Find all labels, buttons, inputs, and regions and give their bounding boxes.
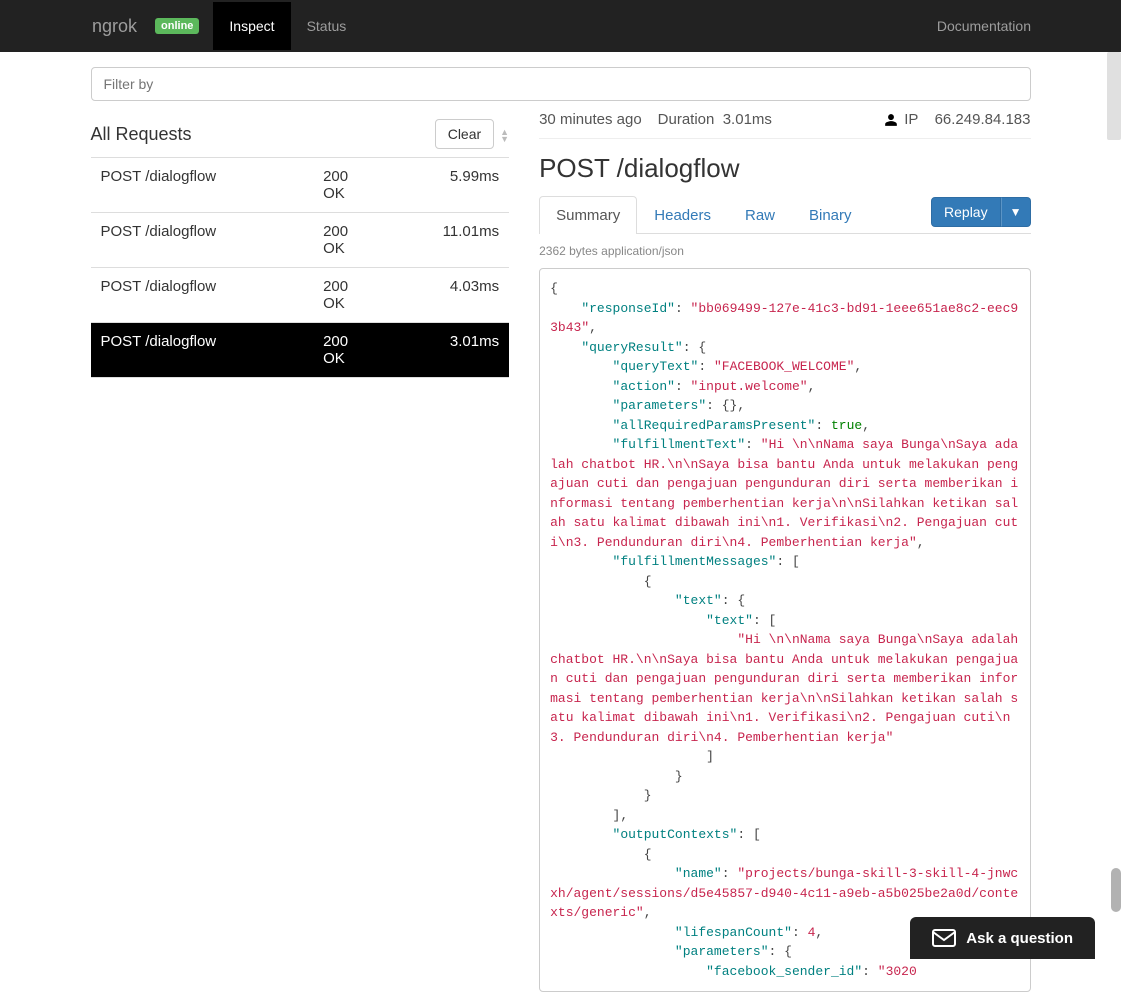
replay-button-group: Replay ▼ [931,197,1030,227]
ask-a-question-widget[interactable]: Ask a question [910,917,1095,959]
tab-headers[interactable]: Headers [637,196,728,234]
requests-table: POST /dialogflow200OK5.99msPOST /dialogf… [91,158,510,378]
request-method-path: POST /dialogflow [91,323,316,378]
replay-dropdown-caret[interactable]: ▼ [1001,197,1031,227]
page-scrollbar-thumb[interactable] [1107,52,1121,140]
top-navbar: ngrok online Inspect Status Documentatio… [0,0,1121,52]
tab-binary[interactable]: Binary [792,196,869,234]
request-duration: 4.03ms [384,268,509,323]
page-scrollbar-thumb-lower[interactable] [1111,868,1121,912]
request-duration: 5.99ms [384,158,509,213]
request-age: 30 minutes ago [539,111,642,128]
tab-summary[interactable]: Summary [539,196,637,234]
mail-icon [932,929,956,947]
duration-value: 3.01ms [723,111,772,128]
request-method-path: POST /dialogflow [91,158,316,213]
request-row[interactable]: POST /dialogflow200OK3.01ms [91,323,510,378]
request-status: 200OK [315,158,384,213]
status-badge-online: online [155,18,199,34]
brand-logo[interactable]: ngrok [0,16,155,37]
request-row[interactable]: POST /dialogflow200OK11.01ms [91,213,510,268]
nav-link-documentation[interactable]: Documentation [921,2,1047,50]
request-method-path: POST /dialogflow [91,268,316,323]
clear-button[interactable]: Clear [435,119,494,149]
filter-input[interactable] [91,67,1031,101]
request-duration: 11.01ms [384,213,509,268]
replay-button[interactable]: Replay [931,197,1001,227]
requests-heading: All Requests [91,124,192,145]
request-status: 200OK [315,268,384,323]
request-title: POST /dialogflow [539,153,1030,184]
duration-label: Duration [658,111,715,128]
request-status: 200OK [315,213,384,268]
request-method-path: POST /dialogflow [91,213,316,268]
user-icon [884,113,898,127]
json-body-pane[interactable]: { "responseId": "bb069499-127e-41c3-bd91… [539,268,1030,992]
ip-label: IP [904,111,918,128]
tab-raw[interactable]: Raw [728,196,792,234]
nav-tab-inspect[interactable]: Inspect [213,2,290,50]
request-row[interactable]: POST /dialogflow200OK5.99ms [91,158,510,213]
request-status: 200OK [315,323,384,378]
sort-arrows-icon[interactable]: ▲▼ [500,125,509,143]
request-row[interactable]: POST /dialogflow200OK4.03ms [91,268,510,323]
nav-tab-status[interactable]: Status [291,2,363,50]
duration-group: Duration 3.01ms [658,111,772,128]
ip-value: 66.249.84.183 [935,111,1031,128]
ask-label: Ask a question [966,930,1073,947]
response-meta: 2362 bytes application/json [539,234,1030,268]
request-duration: 3.01ms [384,323,509,378]
